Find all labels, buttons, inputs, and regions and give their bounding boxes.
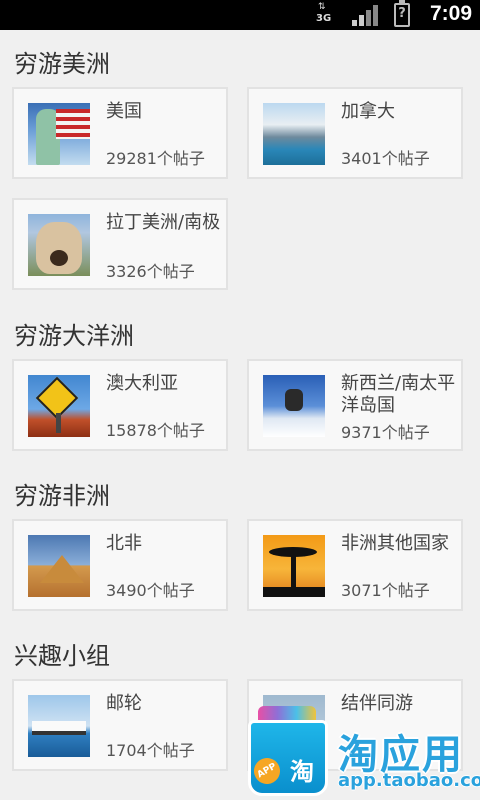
other-africa-thumbnail [263, 535, 325, 597]
section-title-oceania: 穷游大洋洲 [14, 322, 134, 350]
forum-name: 北非 [106, 533, 142, 554]
forum-name: 澳大利亚 [106, 373, 178, 394]
canada-thumbnail [263, 103, 325, 165]
post-count: 3326个帖子 [106, 262, 195, 281]
forum-name: 新西兰/南太平洋岛国 [341, 373, 456, 416]
forum-name: 加拿大 [341, 101, 395, 122]
signal-strength-icon [352, 4, 378, 26]
forum-card-new-zealand[interactable]: 新西兰/南太平洋岛国 9371个帖子 [247, 359, 463, 451]
post-count: 3401个帖子 [341, 149, 430, 168]
section-title-africa: 穷游非洲 [14, 482, 110, 510]
network-3g-icon: ⇅ 3G [316, 2, 332, 25]
forum-card-usa[interactable]: 美国 29281个帖子 [12, 87, 228, 179]
forum-card-other-africa[interactable]: 非洲其他国家 3071个帖子 [247, 519, 463, 611]
post-count: 3071个帖子 [341, 581, 430, 600]
status-bar: ⇅ 3G ? 7:09 [0, 0, 480, 30]
battery-icon: ? [394, 0, 410, 27]
forum-card-cruise[interactable]: 邮轮 1704个帖子 [12, 679, 228, 771]
taobao-app-logo: APP 淘 [244, 706, 334, 796]
bag-character: 淘 [290, 758, 314, 786]
usa-thumbnail [28, 103, 90, 165]
forum-name: 美国 [106, 101, 142, 122]
forum-card-canada[interactable]: 加拿大 3401个帖子 [247, 87, 463, 179]
new-zealand-thumbnail [263, 375, 325, 437]
post-count: 15878个帖子 [106, 421, 205, 440]
post-count: 3490个帖子 [106, 581, 195, 600]
forum-name: 邮轮 [106, 693, 142, 714]
latin-america-thumbnail [28, 214, 90, 276]
forum-card-australia[interactable]: 澳大利亚 15878个帖子 [12, 359, 228, 451]
section-title-interest-groups: 兴趣小组 [14, 642, 110, 670]
watermark-url: app.taobao.com [338, 770, 480, 791]
post-count: 1704个帖子 [106, 741, 195, 760]
forum-name: 拉丁美洲/南极 [106, 212, 221, 233]
north-africa-thumbnail [28, 535, 90, 597]
section-title-americas: 穷游美洲 [14, 50, 110, 78]
post-count: 29281个帖子 [106, 149, 205, 168]
forum-name: 非洲其他国家 [341, 533, 449, 554]
status-time: 7:09 [429, 2, 472, 25]
forum-name: 结伴同游 [341, 693, 413, 714]
australia-thumbnail [28, 375, 90, 437]
post-count: 9371个帖子 [341, 423, 430, 442]
forum-card-latin-america[interactable]: 拉丁美洲/南极 3326个帖子 [12, 198, 228, 290]
forum-card-north-africa[interactable]: 北非 3490个帖子 [12, 519, 228, 611]
cruise-thumbnail [28, 695, 90, 757]
